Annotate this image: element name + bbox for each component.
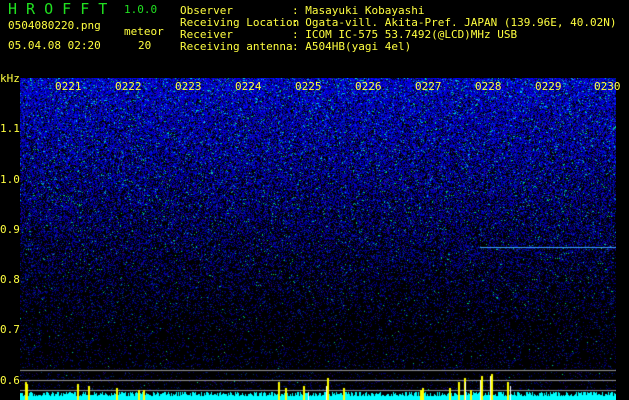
meteor-count: 20 [138,39,152,52]
antenna-label: Receiving antenna [180,40,293,53]
time-tick-label: 0224 [235,80,262,93]
y-tick-label: 0.9 [0,223,20,236]
time-tick-label: 0229 [535,80,562,93]
time-tick-label: 0230 [594,80,621,93]
y-tick-label: 0.8 [0,273,20,286]
app-title: H R O F F T [8,0,108,18]
time-tick-label: 0223 [175,80,202,93]
y-tick-label: 1.0 [0,173,20,186]
antenna-value: : A504HB(yagi 4el) [292,40,412,53]
filename: 0504080220.png [8,19,101,32]
y-tick-label: 0.7 [0,323,20,336]
meteor-label: meteor [124,25,164,38]
time-tick-label: 0222 [115,80,142,93]
y-tick-label: 0.6 [0,374,20,387]
time-tick-label: 0227 [415,80,442,93]
time-tick-label: 0228 [475,80,502,93]
time-tick-label: 0226 [355,80,382,93]
datetime: 05.04.08 02:20 [8,39,101,52]
time-tick-label: 0221 [55,80,82,93]
unit-label: kHz [0,72,20,85]
time-tick-label: 0225 [295,80,322,93]
app-version: 1.0.0 [124,3,158,16]
spectrogram [20,78,616,400]
y-tick-label: 1.1 [0,122,20,135]
